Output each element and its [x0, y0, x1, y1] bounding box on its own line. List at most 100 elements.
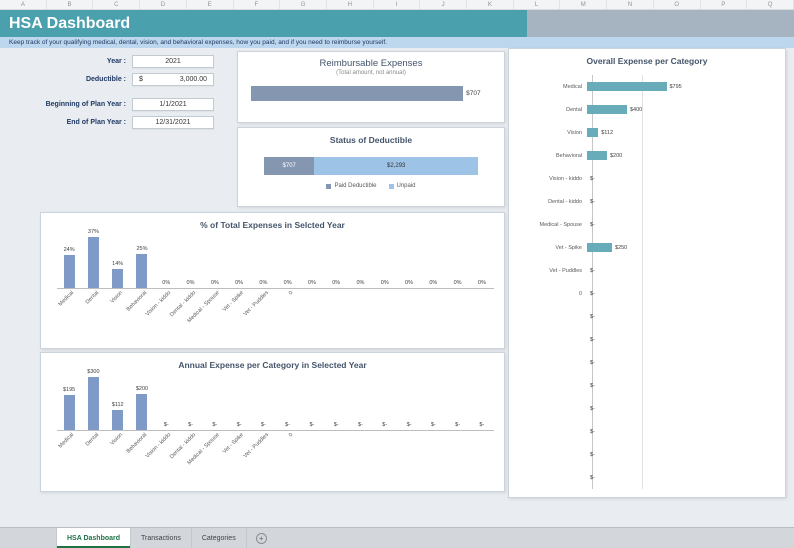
bar-value-label: $-	[164, 422, 169, 428]
bar-value-label: $-	[590, 291, 595, 297]
column-header-l[interactable]: L	[514, 0, 561, 9]
sheet-tab-hsa-dashboard[interactable]: HSA Dashboard	[56, 528, 131, 548]
plus-icon: +	[256, 533, 267, 544]
category-row-row-10: $-	[515, 305, 775, 328]
bar-track: $112	[587, 121, 775, 144]
x-axis-label: Vet - Spike	[222, 290, 245, 313]
description-bar: Keep track of your qualifying medical, d…	[0, 37, 794, 48]
chart-title: Reimbursable Expenses	[238, 58, 504, 69]
column-header-a[interactable]: A	[0, 0, 47, 9]
deductible-field[interactable]: $3,000.00	[132, 73, 214, 86]
annual-expense-chart[interactable]: Annual Expense per Category in Selected …	[40, 352, 505, 492]
title-bar: HSA Dashboard	[0, 10, 794, 37]
category-row-vision: Vision$112	[515, 121, 775, 144]
legend-label: Paid Deductible	[334, 183, 376, 189]
column-header-k[interactable]: K	[467, 0, 514, 9]
bar-value-label: $-	[237, 422, 242, 428]
legend-item-unpaid: Unpaid	[389, 183, 416, 189]
column-header-g[interactable]: G	[280, 0, 327, 9]
bar-value-label: $112	[112, 402, 124, 408]
column-header-o[interactable]: O	[654, 0, 701, 9]
plot-area: $195$300$112$200$-$-$-$-$-$-$-$-$-$-$-$-…	[57, 373, 494, 431]
plan-start-field[interactable]: 1/1/2021	[132, 98, 214, 111]
bar-value-label: 0%	[187, 280, 195, 286]
column-header-f[interactable]: F	[234, 0, 281, 9]
column-header-n[interactable]: N	[607, 0, 654, 9]
bar-track: $-	[587, 259, 775, 282]
sheet-tab-categories[interactable]: Categories	[192, 528, 247, 548]
bar-value-label: $-	[479, 422, 484, 428]
year-field[interactable]: 2021	[132, 55, 214, 68]
bar-value-label: 0%	[429, 280, 437, 286]
column-header-d[interactable]: D	[140, 0, 187, 9]
x-axis-label: 0	[287, 290, 293, 296]
bar-track: $-	[587, 282, 775, 305]
column-header-c[interactable]: C	[93, 0, 140, 9]
bar-value-label: $200	[136, 386, 148, 392]
bar-track: $200	[587, 144, 775, 167]
bar-value-label: 0%	[381, 280, 389, 286]
x-axis-label: Medical	[58, 432, 76, 450]
bar-value-label: $200	[610, 153, 622, 159]
x-axis-label: Vet - Puddles	[242, 290, 269, 317]
bar-value-label: $400	[630, 107, 642, 113]
tab-bar-spacer	[0, 528, 56, 548]
plan-end-field[interactable]: 12/31/2021	[132, 116, 214, 129]
column-header-i[interactable]: I	[374, 0, 421, 9]
bar-value-label: $-	[309, 422, 314, 428]
form-row-plan-start: Beginning of Plan Year :1/1/2021	[8, 98, 226, 111]
column-header-e[interactable]: E	[187, 0, 234, 9]
form-row-year: Year :2021	[8, 55, 226, 68]
bar-track: $-	[587, 328, 775, 351]
bar-track: $-	[587, 190, 775, 213]
category-label: Dental - kiddo	[515, 199, 587, 205]
bar-value-label: $-	[285, 422, 290, 428]
pct-expenses-chart[interactable]: % of Total Expenses in Selcted Year 24%3…	[40, 212, 505, 349]
add-sheet-button[interactable]: +	[256, 528, 267, 548]
bar-value-label: $-	[590, 268, 595, 274]
x-axis-labels: MedicalDentalVisionBehavioralVision - ki…	[57, 431, 494, 477]
category-label: Vet - Puddles	[515, 268, 587, 274]
category-label: Vision	[515, 130, 587, 136]
plan-start-label: Beginning of Plan Year :	[8, 101, 132, 108]
bar-value-label: $-	[358, 422, 363, 428]
deductible-status-chart[interactable]: Status of Deductible $707$2,293 Paid Ded…	[237, 127, 505, 207]
bar-dental	[587, 105, 627, 114]
overall-expense-chart[interactable]: Overall Expense per Category Medical$795…	[508, 48, 786, 498]
column-headers: ABCDEFGHIJKLMNOPQ	[0, 0, 794, 10]
year-label: Year :	[8, 58, 132, 65]
column-header-j[interactable]: J	[420, 0, 467, 9]
stacked-bar: $707$2,293	[264, 157, 478, 175]
column-header-h[interactable]: H	[327, 0, 374, 9]
bar-value-label: $-	[590, 337, 595, 343]
sheet-tab-transactions[interactable]: Transactions	[131, 528, 192, 548]
category-label: Dental	[515, 107, 587, 113]
column-header-p[interactable]: P	[701, 0, 748, 9]
chart-title: % of Total Expenses in Selcted Year	[41, 220, 504, 230]
description-text: Keep track of your qualifying medical, d…	[9, 39, 387, 46]
x-axis-label: Behavioral	[126, 290, 149, 313]
bar-dental	[88, 237, 99, 288]
bar-value-label: $-	[590, 314, 595, 320]
segment-paid-deductible: $707	[264, 157, 314, 175]
sheet-tabs: HSA DashboardTransactionsCategories	[56, 528, 247, 548]
bar-value-label: 0%	[405, 280, 413, 286]
bar-medical	[587, 82, 667, 91]
column-header-q[interactable]: Q	[747, 0, 794, 9]
bar-track: $-	[587, 466, 775, 489]
category-label: Behavioral	[515, 153, 587, 159]
dashboard-title-cell: HSA Dashboard	[0, 10, 527, 37]
bar-value-label: $-	[590, 383, 595, 389]
column-header-b[interactable]: B	[47, 0, 94, 9]
bar-value-label: $-	[334, 422, 339, 428]
chart-subtitle: (Total amount, not annual)	[238, 70, 504, 76]
x-axis-label: Medical	[58, 290, 76, 308]
column-header-m[interactable]: M	[560, 0, 607, 9]
bar-value-label: $-	[382, 422, 387, 428]
bar-value-label: $-	[590, 452, 595, 458]
bar-behavioral	[136, 254, 147, 288]
bar-value-label: $-	[407, 422, 412, 428]
category-row-row-15: $-	[515, 420, 775, 443]
reimbursable-expenses-chart[interactable]: Reimbursable Expenses (Total amount, not…	[237, 51, 505, 123]
chart-body: $195$300$112$200$-$-$-$-$-$-$-$-$-$-$-$-…	[57, 373, 494, 477]
